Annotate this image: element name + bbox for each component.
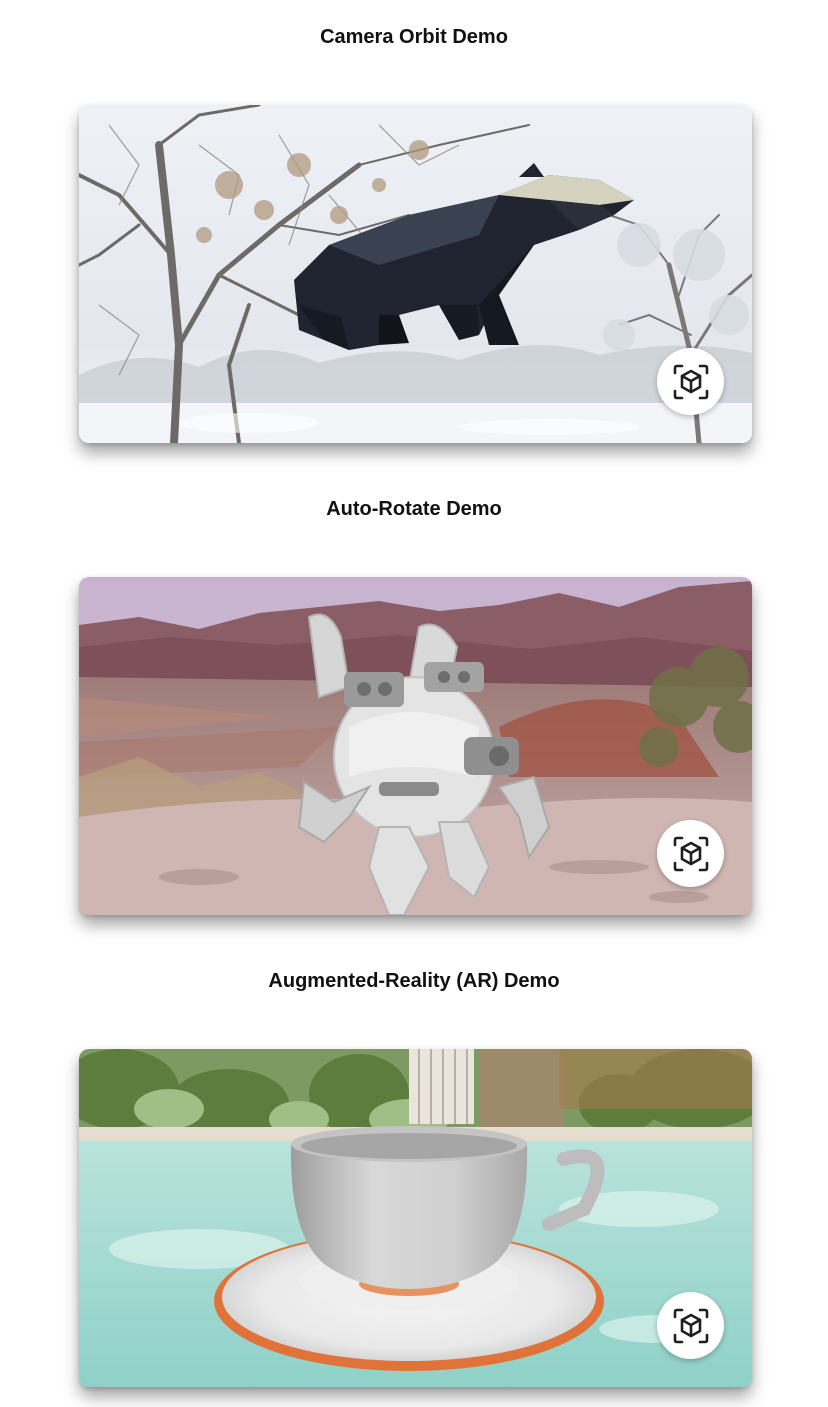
demo-title-camera-orbit: Camera Orbit Demo xyxy=(320,26,508,48)
demo-title-augmented-reality: Augmented-Reality (AR) Demo xyxy=(268,970,560,992)
scene-snowy-orchard-badger[interactable] xyxy=(79,105,752,443)
model-viewer-augmented-reality[interactable] xyxy=(79,1049,752,1387)
demo-title-auto-rotate: Auto-Rotate Demo xyxy=(326,498,502,520)
model-viewer-camera-orbit[interactable] xyxy=(79,105,752,443)
scene-desert-mountains-robot[interactable] xyxy=(79,577,752,915)
ar-cube-icon xyxy=(673,364,708,399)
model-viewer-auto-rotate[interactable] xyxy=(79,577,752,915)
ar-cube-icon xyxy=(673,1308,708,1343)
ar-view-button[interactable] xyxy=(657,1292,724,1359)
ar-view-button[interactable] xyxy=(657,820,724,887)
ar-cube-icon xyxy=(673,836,708,871)
ar-view-button[interactable] xyxy=(657,348,724,415)
scene-pool-garden-teacup[interactable] xyxy=(79,1049,752,1387)
